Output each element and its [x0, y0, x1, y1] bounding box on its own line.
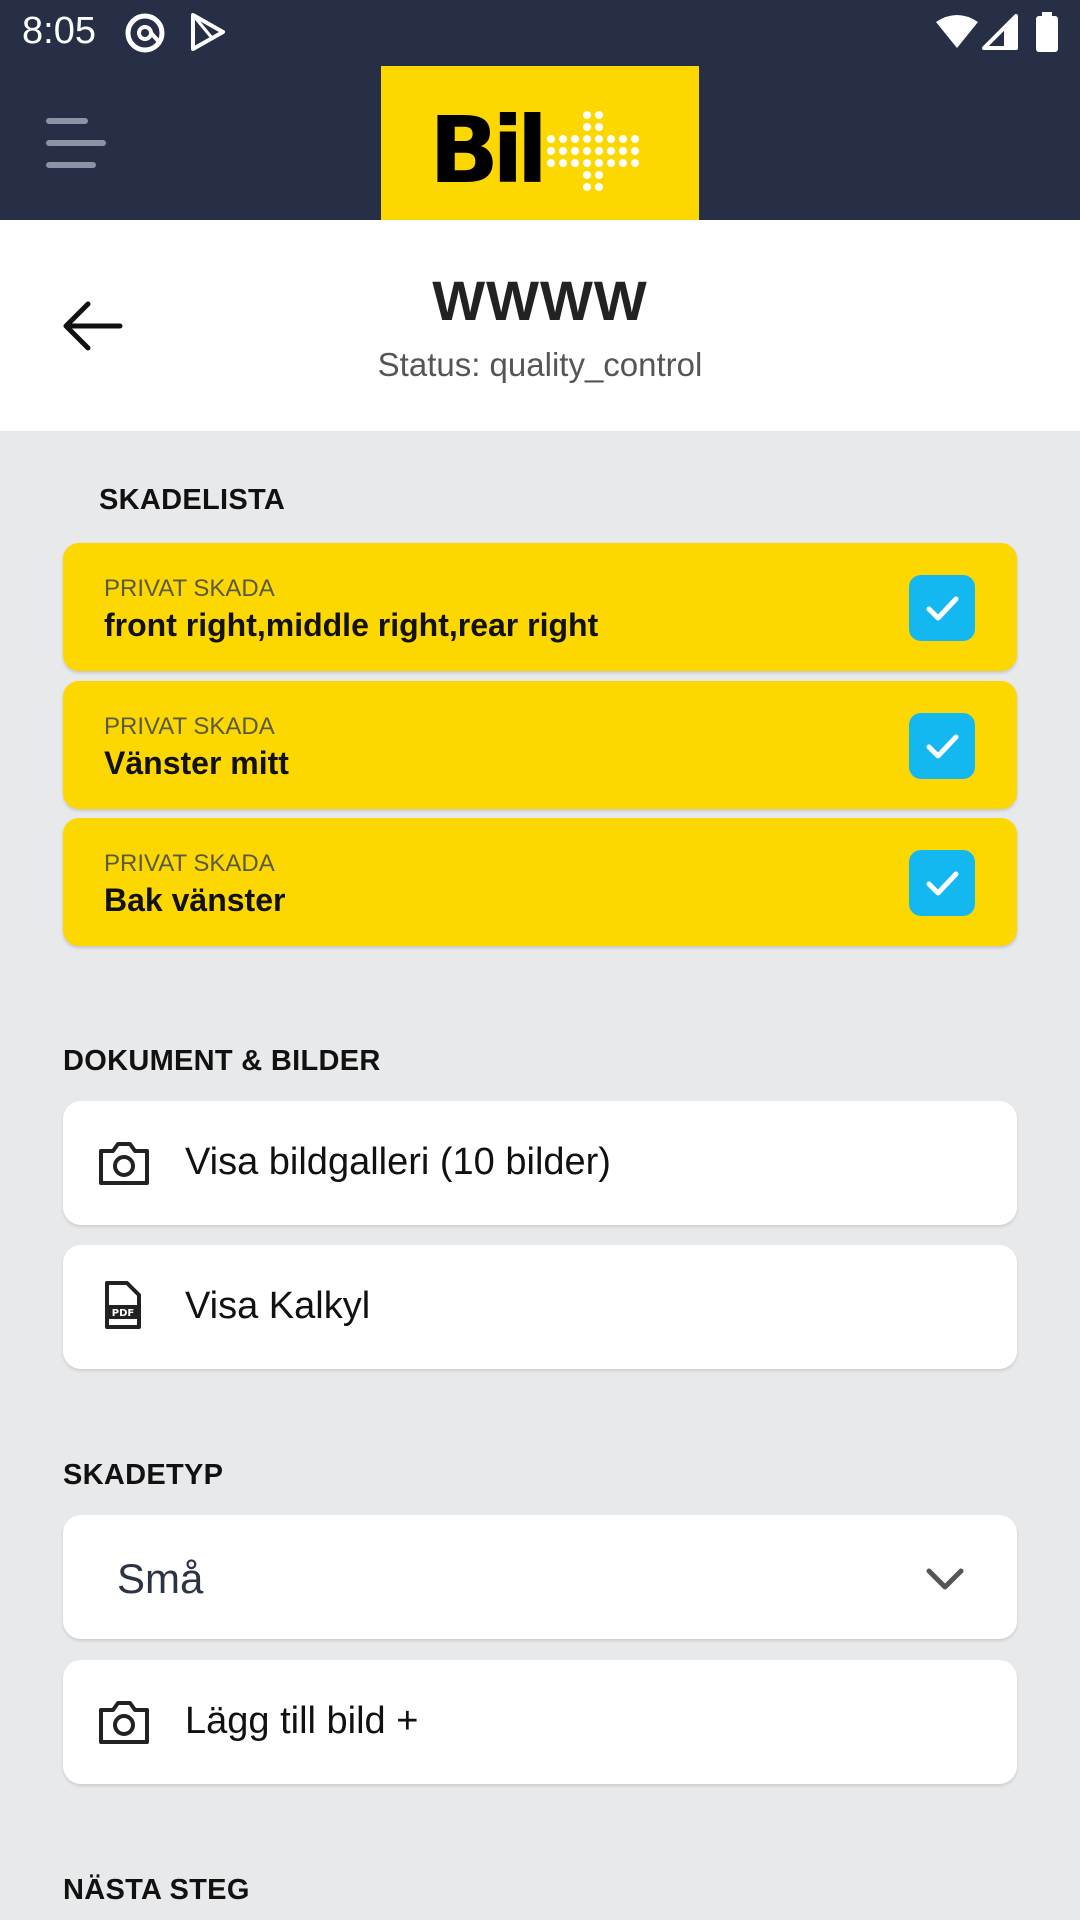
- checkmark-icon: [926, 734, 959, 759]
- camera-icon: [99, 1701, 149, 1744]
- svg-text:Bil: Bil: [429, 97, 541, 204]
- damage-name: Vänster mitt: [104, 745, 289, 781]
- damage-type: PRIVAT SKADA: [104, 850, 275, 877]
- calc-label: Visa Kalkyl: [185, 1285, 371, 1327]
- page-title: WWWW: [432, 269, 648, 332]
- status-bar: 8:05: [0, 0, 1080, 66]
- battery-icon: [1036, 12, 1058, 52]
- app-bar: Bil: [0, 66, 1080, 220]
- menu-button[interactable]: [46, 118, 106, 168]
- add-image-button[interactable]: Lägg till bild +: [63, 1660, 1017, 1784]
- add-image-label: Lägg till bild +: [185, 1700, 419, 1742]
- checkmark-icon: [926, 871, 959, 896]
- camera-icon: [99, 1142, 149, 1185]
- skadetyp-heading: SKADETYP: [63, 1459, 224, 1491]
- play-store-icon: [191, 13, 225, 51]
- app-logo[interactable]: Bil: [381, 66, 699, 220]
- damage-item[interactable]: PRIVAT SKADA Bak vänster: [63, 818, 1017, 946]
- checkmark-icon: [926, 596, 959, 621]
- menu-icon: [46, 118, 88, 124]
- documents-heading: DOKUMENT & BILDER: [63, 1045, 381, 1077]
- damage-checkbox[interactable]: [909, 850, 975, 916]
- pdf-file-icon: PDF: [105, 1281, 141, 1329]
- damage-checkbox[interactable]: [909, 713, 975, 779]
- damage-type: PRIVAT SKADA: [104, 575, 275, 602]
- damage-item[interactable]: PRIVAT SKADA front right,middle right,re…: [63, 543, 1017, 671]
- damage-checkbox[interactable]: [909, 575, 975, 641]
- chevron-down-icon: [926, 1568, 964, 1590]
- status-time: 8:05: [22, 10, 96, 52]
- damage-type: PRIVAT SKADA: [104, 713, 275, 740]
- damage-item[interactable]: PRIVAT SKADA Vänster mitt: [63, 681, 1017, 809]
- status-text: Status: quality_control: [377, 346, 703, 383]
- damage-name: front right,middle right,rear right: [104, 607, 599, 643]
- menu-icon-line: [46, 162, 96, 168]
- menu-icon-line: [46, 140, 106, 146]
- skadetyp-selected-value: Små: [117, 1555, 204, 1602]
- gallery-label: Visa bildgalleri (10 bilder): [185, 1141, 611, 1183]
- next-step-heading: NÄSTA STEG: [63, 1874, 250, 1906]
- gallery-button[interactable]: Visa bildgalleri (10 bilder): [63, 1101, 1017, 1225]
- calc-button[interactable]: PDF Visa Kalkyl: [63, 1245, 1017, 1369]
- signal-icon: [982, 14, 1018, 50]
- svg-text:PDF: PDF: [112, 1308, 134, 1319]
- wifi-icon: [936, 15, 978, 48]
- logo-graphic: Bil: [429, 97, 639, 204]
- skadetyp-select[interactable]: Små: [63, 1515, 1017, 1639]
- page-header: WWWW Status: quality_control: [0, 220, 1080, 431]
- skadelista-heading: SKADELISTA: [99, 484, 286, 516]
- at-sign-icon: [125, 13, 165, 53]
- damage-name: Bak vänster: [104, 882, 286, 918]
